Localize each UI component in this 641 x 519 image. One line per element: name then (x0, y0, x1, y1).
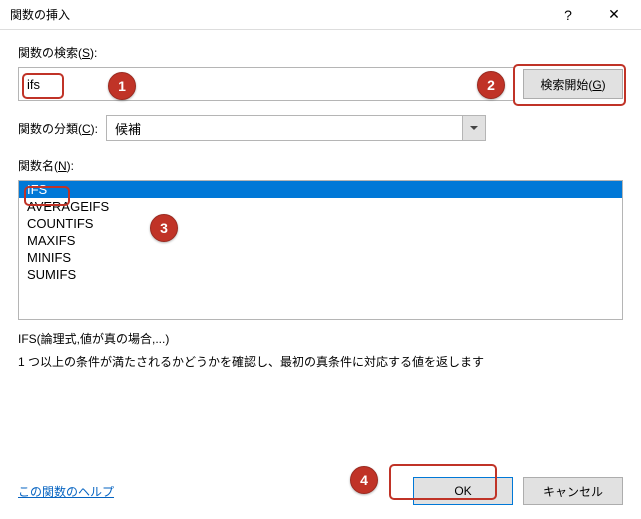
category-label: 関数の分類(C): (18, 120, 98, 137)
search-input[interactable] (18, 67, 515, 101)
function-help-link[interactable]: この関数のヘルプ (18, 483, 114, 500)
chevron-down-icon (470, 126, 478, 130)
close-button[interactable]: ✕ (591, 0, 637, 30)
cancel-button[interactable]: キャンセル (523, 477, 623, 505)
list-item[interactable]: COUNTIFS (19, 215, 622, 232)
dialog-title: 関数の挿入 (10, 6, 545, 23)
function-name-label: 関数名(N): (18, 157, 623, 174)
titlebar: 関数の挿入 ? ✕ (0, 0, 641, 30)
list-item[interactable]: IFS (19, 181, 622, 198)
function-listbox[interactable]: IFSAVERAGEIFSCOUNTIFSMAXIFSMINIFSSUMIFS (18, 180, 623, 320)
function-description: 1 つ以上の条件が満たされるかどうかを確認し、最初の真条件に対応する値を返します (18, 353, 623, 370)
search-start-button[interactable]: 検索開始(G) (523, 69, 623, 99)
list-item[interactable]: SUMIFS (19, 266, 622, 283)
dialog-content: 関数の検索(S): 検索開始(G) 関数の分類(C): 関数名(N): IFSA… (0, 30, 641, 370)
function-syntax: IFS(論理式,値が真の場合,...) (18, 330, 623, 347)
list-item[interactable]: MAXIFS (19, 232, 622, 249)
help-button[interactable]: ? (545, 0, 591, 30)
category-dropdown-button[interactable] (462, 115, 486, 141)
search-label: 関数の検索(S): (18, 44, 623, 61)
list-item[interactable]: MINIFS (19, 249, 622, 266)
list-item[interactable]: AVERAGEIFS (19, 198, 622, 215)
category-select[interactable] (106, 115, 462, 141)
ok-button[interactable]: OK (413, 477, 513, 505)
